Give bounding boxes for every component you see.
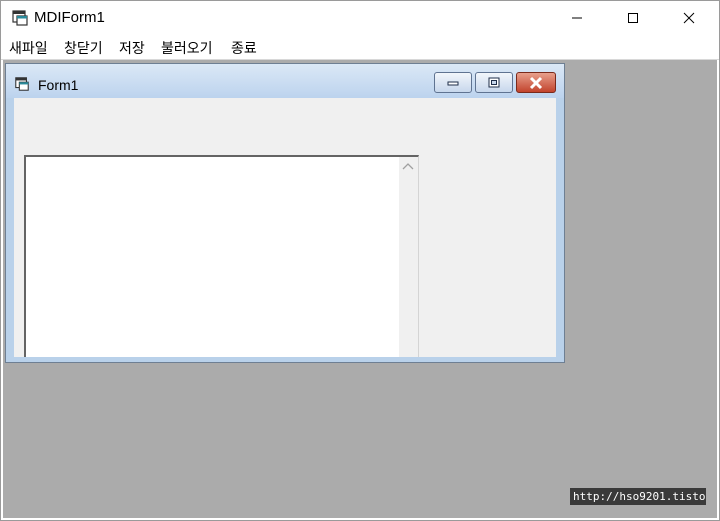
minimize-icon xyxy=(447,81,459,85)
watermark-text: http://hso9201.tistory.com xyxy=(570,488,706,505)
menu-bar: 새파일 창닫기 저장 불러오기 종료 xyxy=(1,35,719,60)
menu-item-exit[interactable]: 종료 xyxy=(231,38,257,58)
child-window-form1: Form1 xyxy=(5,63,565,363)
minimize-button[interactable] xyxy=(554,1,600,35)
maximize-icon xyxy=(628,13,638,23)
child-window-title: Form1 xyxy=(38,77,79,93)
menu-item-save[interactable]: 저장 xyxy=(119,38,145,58)
window-title: MDIForm1 xyxy=(34,9,105,26)
close-button[interactable] xyxy=(666,1,712,35)
child-maximize-button[interactable] xyxy=(475,72,513,93)
text-area[interactable] xyxy=(24,155,419,357)
menu-item-close-window[interactable]: 창닫기 xyxy=(64,38,103,58)
maximize-button[interactable] xyxy=(610,1,656,35)
menu-item-new-file[interactable]: 새파일 xyxy=(9,38,48,58)
main-titlebar[interactable]: MDIForm1 xyxy=(1,1,719,35)
vertical-scrollbar[interactable] xyxy=(399,157,418,357)
close-icon xyxy=(529,76,543,89)
maximize-icon xyxy=(488,77,500,87)
child-minimize-button[interactable] xyxy=(434,72,472,93)
child-client-area xyxy=(14,98,556,357)
child-close-button[interactable] xyxy=(516,72,556,93)
child-app-icon xyxy=(15,77,29,91)
child-titlebar[interactable]: Form1 xyxy=(6,64,564,98)
scroll-up-arrow-icon[interactable] xyxy=(402,162,414,170)
close-icon xyxy=(683,12,695,24)
mdi-main-window: MDIForm1 새파일 창닫기 저장 불러오기 종료 Form1 http:/… xyxy=(0,0,720,521)
app-icon xyxy=(12,10,28,26)
mdi-client-area: Form1 http://hso9201.tisto xyxy=(3,60,717,518)
minimize-icon xyxy=(572,17,582,19)
menu-item-open[interactable]: 불러오기 xyxy=(161,38,213,58)
